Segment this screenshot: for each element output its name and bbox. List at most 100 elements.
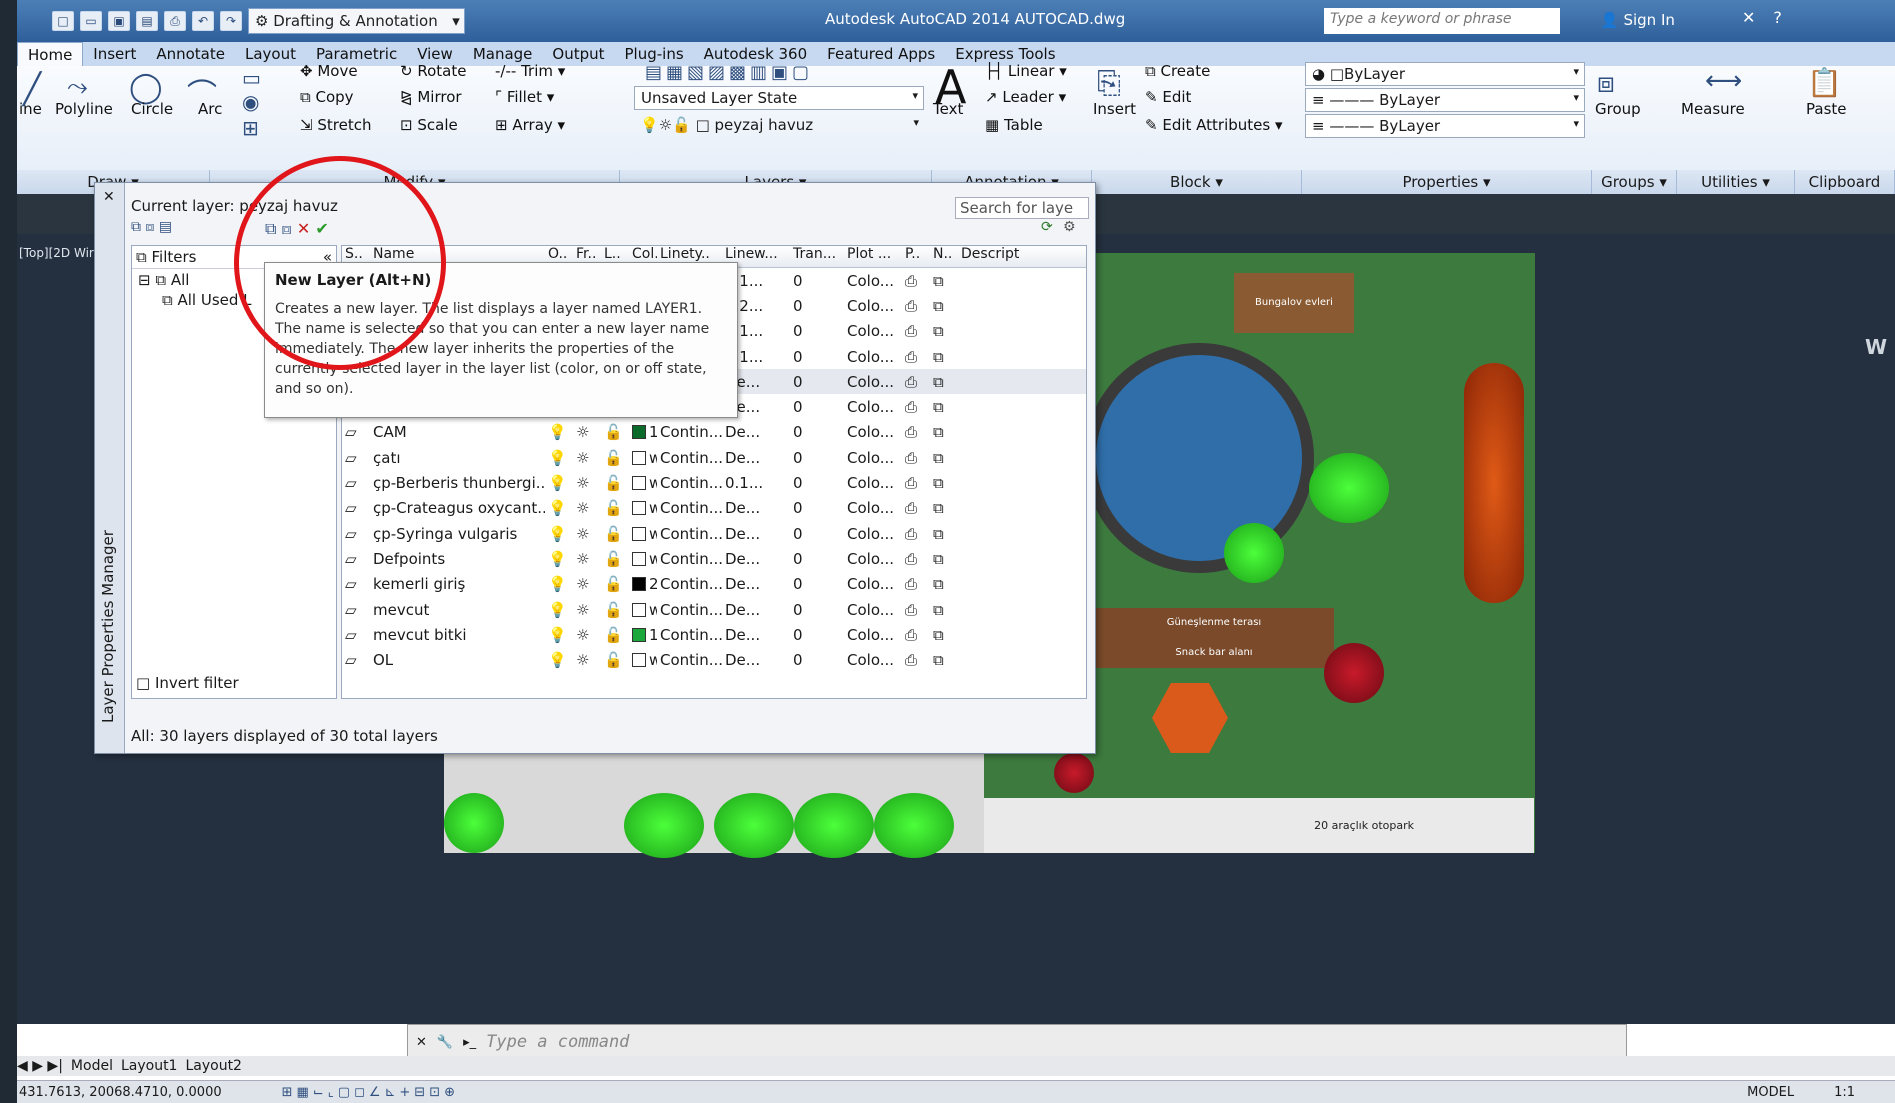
color-swatch-box[interactable]: [632, 653, 646, 668]
help-search-input[interactable]: Type a keyword or phrase: [1324, 8, 1560, 34]
vp-freeze-icon[interactable]: ⧉: [930, 575, 958, 593]
layer-row[interactable]: ▱çp-Syringa vulgaris💡☼🔓 w...Contin...De..…: [342, 521, 1086, 546]
array-button[interactable]: ⊞ Array ▾: [495, 116, 565, 134]
col-transparency[interactable]: Tran...: [790, 246, 844, 267]
rotate-button[interactable]: ↻ Rotate: [400, 62, 466, 80]
group-button[interactable]: Group: [1595, 100, 1641, 118]
annotation-scale[interactable]: 1:1: [1834, 1085, 1855, 1100]
unlock-icon[interactable]: 🔓: [601, 575, 629, 593]
layer-name[interactable]: Defpoints: [370, 550, 545, 568]
region-icon[interactable]: ⊞: [242, 116, 259, 140]
tab-featured-apps[interactable]: Featured Apps: [817, 42, 945, 66]
color-swatch-box[interactable]: [632, 627, 646, 642]
printer-icon[interactable]: ⎙: [902, 373, 930, 391]
measure-button[interactable]: Measure: [1681, 100, 1745, 118]
vp-freeze-icon[interactable]: ⧉: [930, 322, 958, 340]
edit-block-button[interactable]: ✎ Edit: [1145, 88, 1191, 106]
layer-status-icon[interactable]: ▱: [342, 575, 370, 593]
color-swatch-box[interactable]: [632, 501, 646, 516]
col-plot[interactable]: P..: [902, 246, 930, 267]
tab-layout2[interactable]: Layout2: [185, 1058, 242, 1074]
bulb-icon[interactable]: 💡: [545, 525, 573, 543]
layer-tools-icons[interactable]: ▤▦▧▨▩▥▣▢: [645, 62, 813, 83]
clipboard-panel-label[interactable]: Clipboard: [1795, 170, 1895, 194]
layer-name[interactable]: çp-Syringa vulgaris: [370, 525, 545, 543]
circle-button[interactable]: Circle: [131, 100, 173, 118]
groups-panel-label[interactable]: Groups ▾: [1592, 170, 1677, 194]
model-space-toggle[interactable]: MODEL: [1747, 1085, 1794, 1100]
current-layer-dropdown[interactable]: 💡☼🔓 □ peyzaj havuz ▾: [634, 114, 924, 138]
layer-search-input[interactable]: Search for laye: [955, 197, 1089, 219]
command-line[interactable]: ✕ 🔧 ▸_ Type a command: [407, 1024, 1627, 1060]
leader-button[interactable]: ↗ Leader ▾: [985, 88, 1066, 106]
printer-icon[interactable]: ⎙: [902, 626, 930, 644]
undo-icon[interactable]: ↶: [192, 11, 214, 31]
settings-icon[interactable]: ⚙: [1063, 219, 1076, 235]
bulb-icon[interactable]: 💡: [545, 474, 573, 492]
printer-icon[interactable]: ⎙: [902, 525, 930, 543]
vp-freeze-icon[interactable]: ⧉: [930, 348, 958, 366]
layer-state-dropdown[interactable]: Unsaved Layer State ▾: [634, 86, 924, 110]
printer-icon[interactable]: ⎙: [902, 297, 930, 315]
move-button[interactable]: ✥ Move: [300, 62, 358, 80]
vp-freeze-icon[interactable]: ⧉: [930, 272, 958, 290]
color-swatch-box[interactable]: [632, 425, 646, 440]
layer-status-icon[interactable]: ▱: [342, 550, 370, 568]
fillet-button[interactable]: ⌜ Fillet ▾: [495, 88, 554, 106]
text-button[interactable]: Text: [933, 100, 963, 118]
printer-icon[interactable]: ⎙: [902, 398, 930, 416]
color-swatch-box[interactable]: [632, 526, 646, 541]
redo-icon[interactable]: ↷: [220, 11, 242, 31]
plot-icon[interactable]: ⎙: [164, 11, 186, 31]
printer-icon[interactable]: ⎙: [902, 499, 930, 517]
unlock-icon[interactable]: 🔓: [601, 423, 629, 441]
color-swatch-box[interactable]: [632, 551, 646, 566]
insert-button[interactable]: Insert: [1093, 100, 1136, 118]
exchange-icon[interactable]: ✕: [1742, 8, 1755, 27]
sun-icon[interactable]: ☼: [573, 474, 601, 492]
layer-row[interactable]: ▱mevcut💡☼🔓 w...Contin...De... 0 Colo... ⎙⧉: [342, 597, 1086, 622]
group-icon[interactable]: ⧈: [1597, 66, 1615, 100]
layer-row[interactable]: ▱kemerli giriş💡☼🔓 2...Contin...De... 0 Colo…: [342, 572, 1086, 597]
vp-freeze-icon[interactable]: ⧉: [930, 373, 958, 391]
layer-status-icon[interactable]: ▱: [342, 474, 370, 492]
bulb-icon[interactable]: 💡: [545, 449, 573, 467]
layer-name[interactable]: CAM: [370, 423, 545, 441]
unlock-icon[interactable]: 🔓: [601, 449, 629, 467]
vp-freeze-icon[interactable]: ⧉: [930, 297, 958, 315]
vp-freeze-icon[interactable]: ⧉: [930, 449, 958, 467]
sun-icon[interactable]: ☼: [573, 525, 601, 543]
sun-icon[interactable]: ☼: [573, 575, 601, 593]
command-input[interactable]: Type a command: [486, 1032, 629, 1052]
open-icon[interactable]: ▭: [80, 11, 102, 31]
save-icon[interactable]: ▣: [108, 11, 130, 31]
layer-name[interactable]: çatı: [370, 449, 545, 467]
printer-icon[interactable]: ⎙: [902, 575, 930, 593]
unlock-icon[interactable]: 🔓: [601, 499, 629, 517]
col-plot-style[interactable]: Plot ...: [844, 246, 902, 267]
layer-status-icon[interactable]: ▱: [342, 651, 370, 669]
sun-icon[interactable]: ☼: [573, 449, 601, 467]
sun-icon[interactable]: ☼: [573, 423, 601, 441]
edit-attributes-button[interactable]: ✎ Edit Attributes ▾: [1145, 116, 1283, 134]
line-label[interactable]: ine: [19, 100, 42, 118]
bulb-icon[interactable]: 💡: [545, 601, 573, 619]
drafting-toggles-icons[interactable]: ⊞▦⌙⌞▢◻∠⊾+⊟⊡⊕: [282, 1085, 459, 1100]
copy-button[interactable]: ⧉ Copy: [300, 88, 354, 106]
vp-freeze-icon[interactable]: ⧉: [930, 423, 958, 441]
tab-layout1[interactable]: Layout1: [121, 1058, 178, 1074]
unlock-icon[interactable]: 🔓: [601, 626, 629, 644]
layer-row[interactable]: ▱mevcut bitki💡☼🔓 1...Contin...De... 0 Colo.…: [342, 622, 1086, 647]
layer-name[interactable]: çp-Crateagus oxycant...: [370, 499, 545, 517]
printer-icon[interactable]: ⎙: [902, 348, 930, 366]
printer-icon[interactable]: ⎙: [902, 601, 930, 619]
help-icon[interactable]: ?: [1773, 8, 1782, 27]
layer-status-icon[interactable]: ▱: [342, 423, 370, 441]
unlock-icon[interactable]: 🔓: [601, 651, 629, 669]
workspace-dropdown[interactable]: ⚙ Drafting & Annotation ▾: [248, 8, 465, 34]
tab-home[interactable]: Home: [17, 42, 84, 66]
rectangle-icon[interactable]: ▭: [242, 66, 261, 90]
viewcube-west-label[interactable]: W: [1865, 335, 1887, 359]
vp-freeze-icon[interactable]: ⧉: [930, 525, 958, 543]
printer-icon[interactable]: ⎙: [902, 449, 930, 467]
